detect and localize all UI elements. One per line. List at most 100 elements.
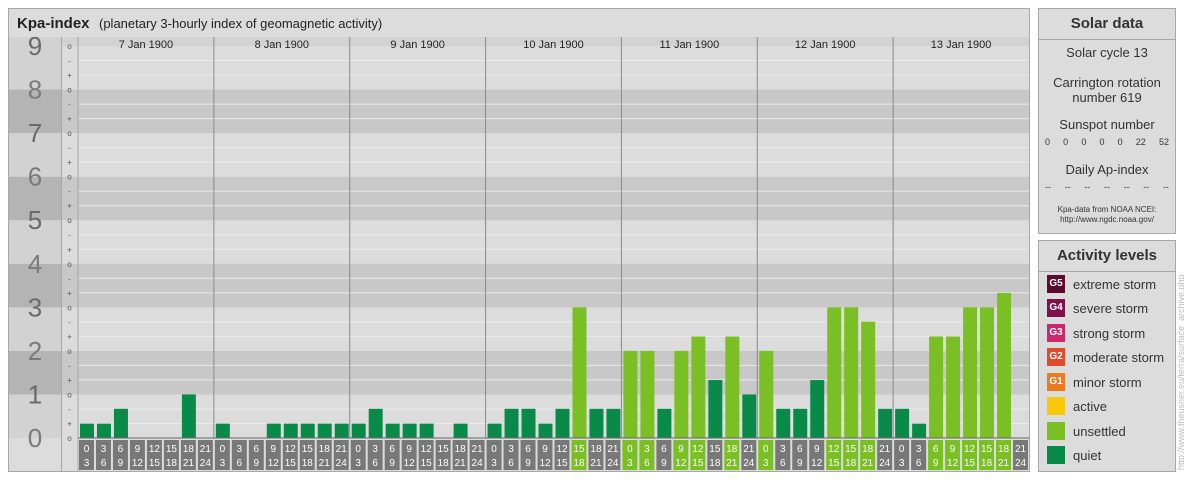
y-band (61, 176, 1029, 221)
interval-start-label: 9 (271, 444, 277, 455)
interval-end-label: 15 (692, 458, 704, 469)
interval-end-label: 12 (811, 458, 823, 469)
interval-start-label: 0 (899, 444, 905, 455)
interval-start-label: 15 (438, 444, 450, 455)
sunspot-value: 22 (1135, 137, 1146, 147)
interval-start-label: 21 (200, 444, 212, 455)
interval-end-label: 18 (302, 458, 314, 469)
credit-link[interactable]: http://www.ngdc.noaa.gov/ (1039, 215, 1175, 225)
y-subtick-label: - (68, 100, 71, 109)
interval-start-label: 21 (1015, 444, 1027, 455)
interval-end-label: 6 (780, 458, 786, 469)
level-label: severe storm (1073, 300, 1149, 316)
interval-end-label: 15 (828, 458, 840, 469)
y-tick-label: 1 (28, 379, 42, 409)
sunspot-value: 0 (1117, 137, 1123, 147)
sunspot-value: 0 (1045, 137, 1051, 147)
interval-start-label: 12 (149, 444, 161, 455)
interval-start-label: 0 (220, 444, 226, 455)
ap-value: -- (1123, 182, 1130, 192)
kp-bar (946, 336, 961, 438)
interval-end-label: 9 (525, 458, 531, 469)
day-label: 10 Jan 1900 (523, 39, 584, 51)
interval-end-label: 6 (372, 458, 378, 469)
sunspot-value: 52 (1158, 137, 1169, 147)
interval-start-label: 12 (828, 444, 840, 455)
interval-end-label: 9 (933, 458, 939, 469)
interval-start-label: 21 (607, 444, 619, 455)
y-band (61, 89, 1029, 134)
kp-bar (334, 423, 349, 438)
interval-start-label: 15 (845, 444, 857, 455)
day-label: 8 Jan 1900 (255, 39, 309, 51)
level-label: extreme storm (1073, 276, 1157, 292)
y-tick-label: 5 (28, 205, 42, 235)
kp-bar (674, 350, 689, 438)
interval-start-label: 6 (118, 444, 124, 455)
interval-end-label: 24 (200, 458, 212, 469)
interval-end-label: 21 (590, 458, 602, 469)
kp-bar (657, 408, 672, 438)
kp-bar (793, 408, 808, 438)
kp-bar (742, 394, 757, 438)
interval-end-label: 12 (132, 458, 144, 469)
interval-start-label: 18 (862, 444, 874, 455)
kp-bar (759, 350, 774, 438)
y-subtick-label: o (67, 434, 72, 443)
interval-end-label: 6 (508, 458, 514, 469)
chart-title: Kpa-index (17, 15, 90, 32)
y-subtick-label: - (68, 144, 71, 153)
interval-start-label: 12 (285, 444, 297, 455)
credit-line1: Kpa-data from NOAA NCEI: (1057, 205, 1157, 214)
y-subtick-label: + (67, 376, 72, 385)
interval-start-label: 12 (964, 444, 976, 455)
interval-start-label: 6 (525, 444, 531, 455)
interval-end-label: 12 (539, 458, 551, 469)
day-label: 13 Jan 1900 (931, 39, 992, 51)
kp-bar (844, 307, 859, 438)
interval-end-label: 12 (947, 458, 959, 469)
solar-data-panel: Solar data Solar cycle 13 Carrington rot… (1038, 8, 1176, 234)
kp-bar (725, 336, 740, 438)
y-subtick-label: + (67, 158, 72, 167)
kp-bar (963, 307, 978, 438)
sunspot-label: Sunspot number (1059, 117, 1155, 132)
source-watermark: http://www.theusner.eu/terra/surface_arc… (1176, 274, 1184, 470)
ap-index-label: Daily Ap-index (1065, 162, 1149, 177)
interval-end-label: 18 (709, 458, 721, 469)
interval-start-label: 0 (491, 444, 497, 455)
kp-bar (691, 336, 706, 438)
y-subtick-label: o (67, 303, 72, 312)
interval-start-label: 18 (590, 444, 602, 455)
kp-bar (266, 423, 281, 438)
kp-bar (351, 423, 366, 438)
interval-end-label: 6 (101, 458, 107, 469)
day-label: 7 Jan 1900 (119, 39, 173, 51)
sunspot-value: 0 (1099, 137, 1105, 147)
interval-start-label: 3 (916, 444, 922, 455)
y-subtick-label: - (68, 57, 71, 66)
interval-end-label: 21 (319, 458, 331, 469)
interval-start-label: 18 (183, 444, 195, 455)
kp-bar (895, 408, 910, 438)
kp-bar (997, 292, 1012, 438)
interval-end-label: 15 (964, 458, 976, 469)
y-tick-label: 2 (28, 336, 42, 366)
chart-subtitle: (planetary 3-hourly index of geomagnetic… (99, 16, 383, 31)
interval-end-label: 6 (237, 458, 243, 469)
level-swatch: G2 (1047, 348, 1065, 366)
interval-end-label: 3 (899, 458, 905, 469)
y-subtick-label: + (67, 202, 72, 211)
interval-end-label: 24 (336, 458, 348, 469)
ap-value: -- (1143, 182, 1150, 192)
level-swatch: G3 (1047, 324, 1065, 342)
interval-end-label: 9 (389, 458, 395, 469)
interval-end-label: 21 (726, 458, 738, 469)
y-tick-label: 4 (28, 249, 42, 279)
interval-start-label: 18 (998, 444, 1010, 455)
ap-value: -- (1064, 182, 1071, 192)
interval-start-label: 12 (421, 444, 433, 455)
kp-bar (80, 423, 94, 438)
interval-end-label: 12 (404, 458, 416, 469)
y-subtick-label: - (68, 274, 71, 283)
